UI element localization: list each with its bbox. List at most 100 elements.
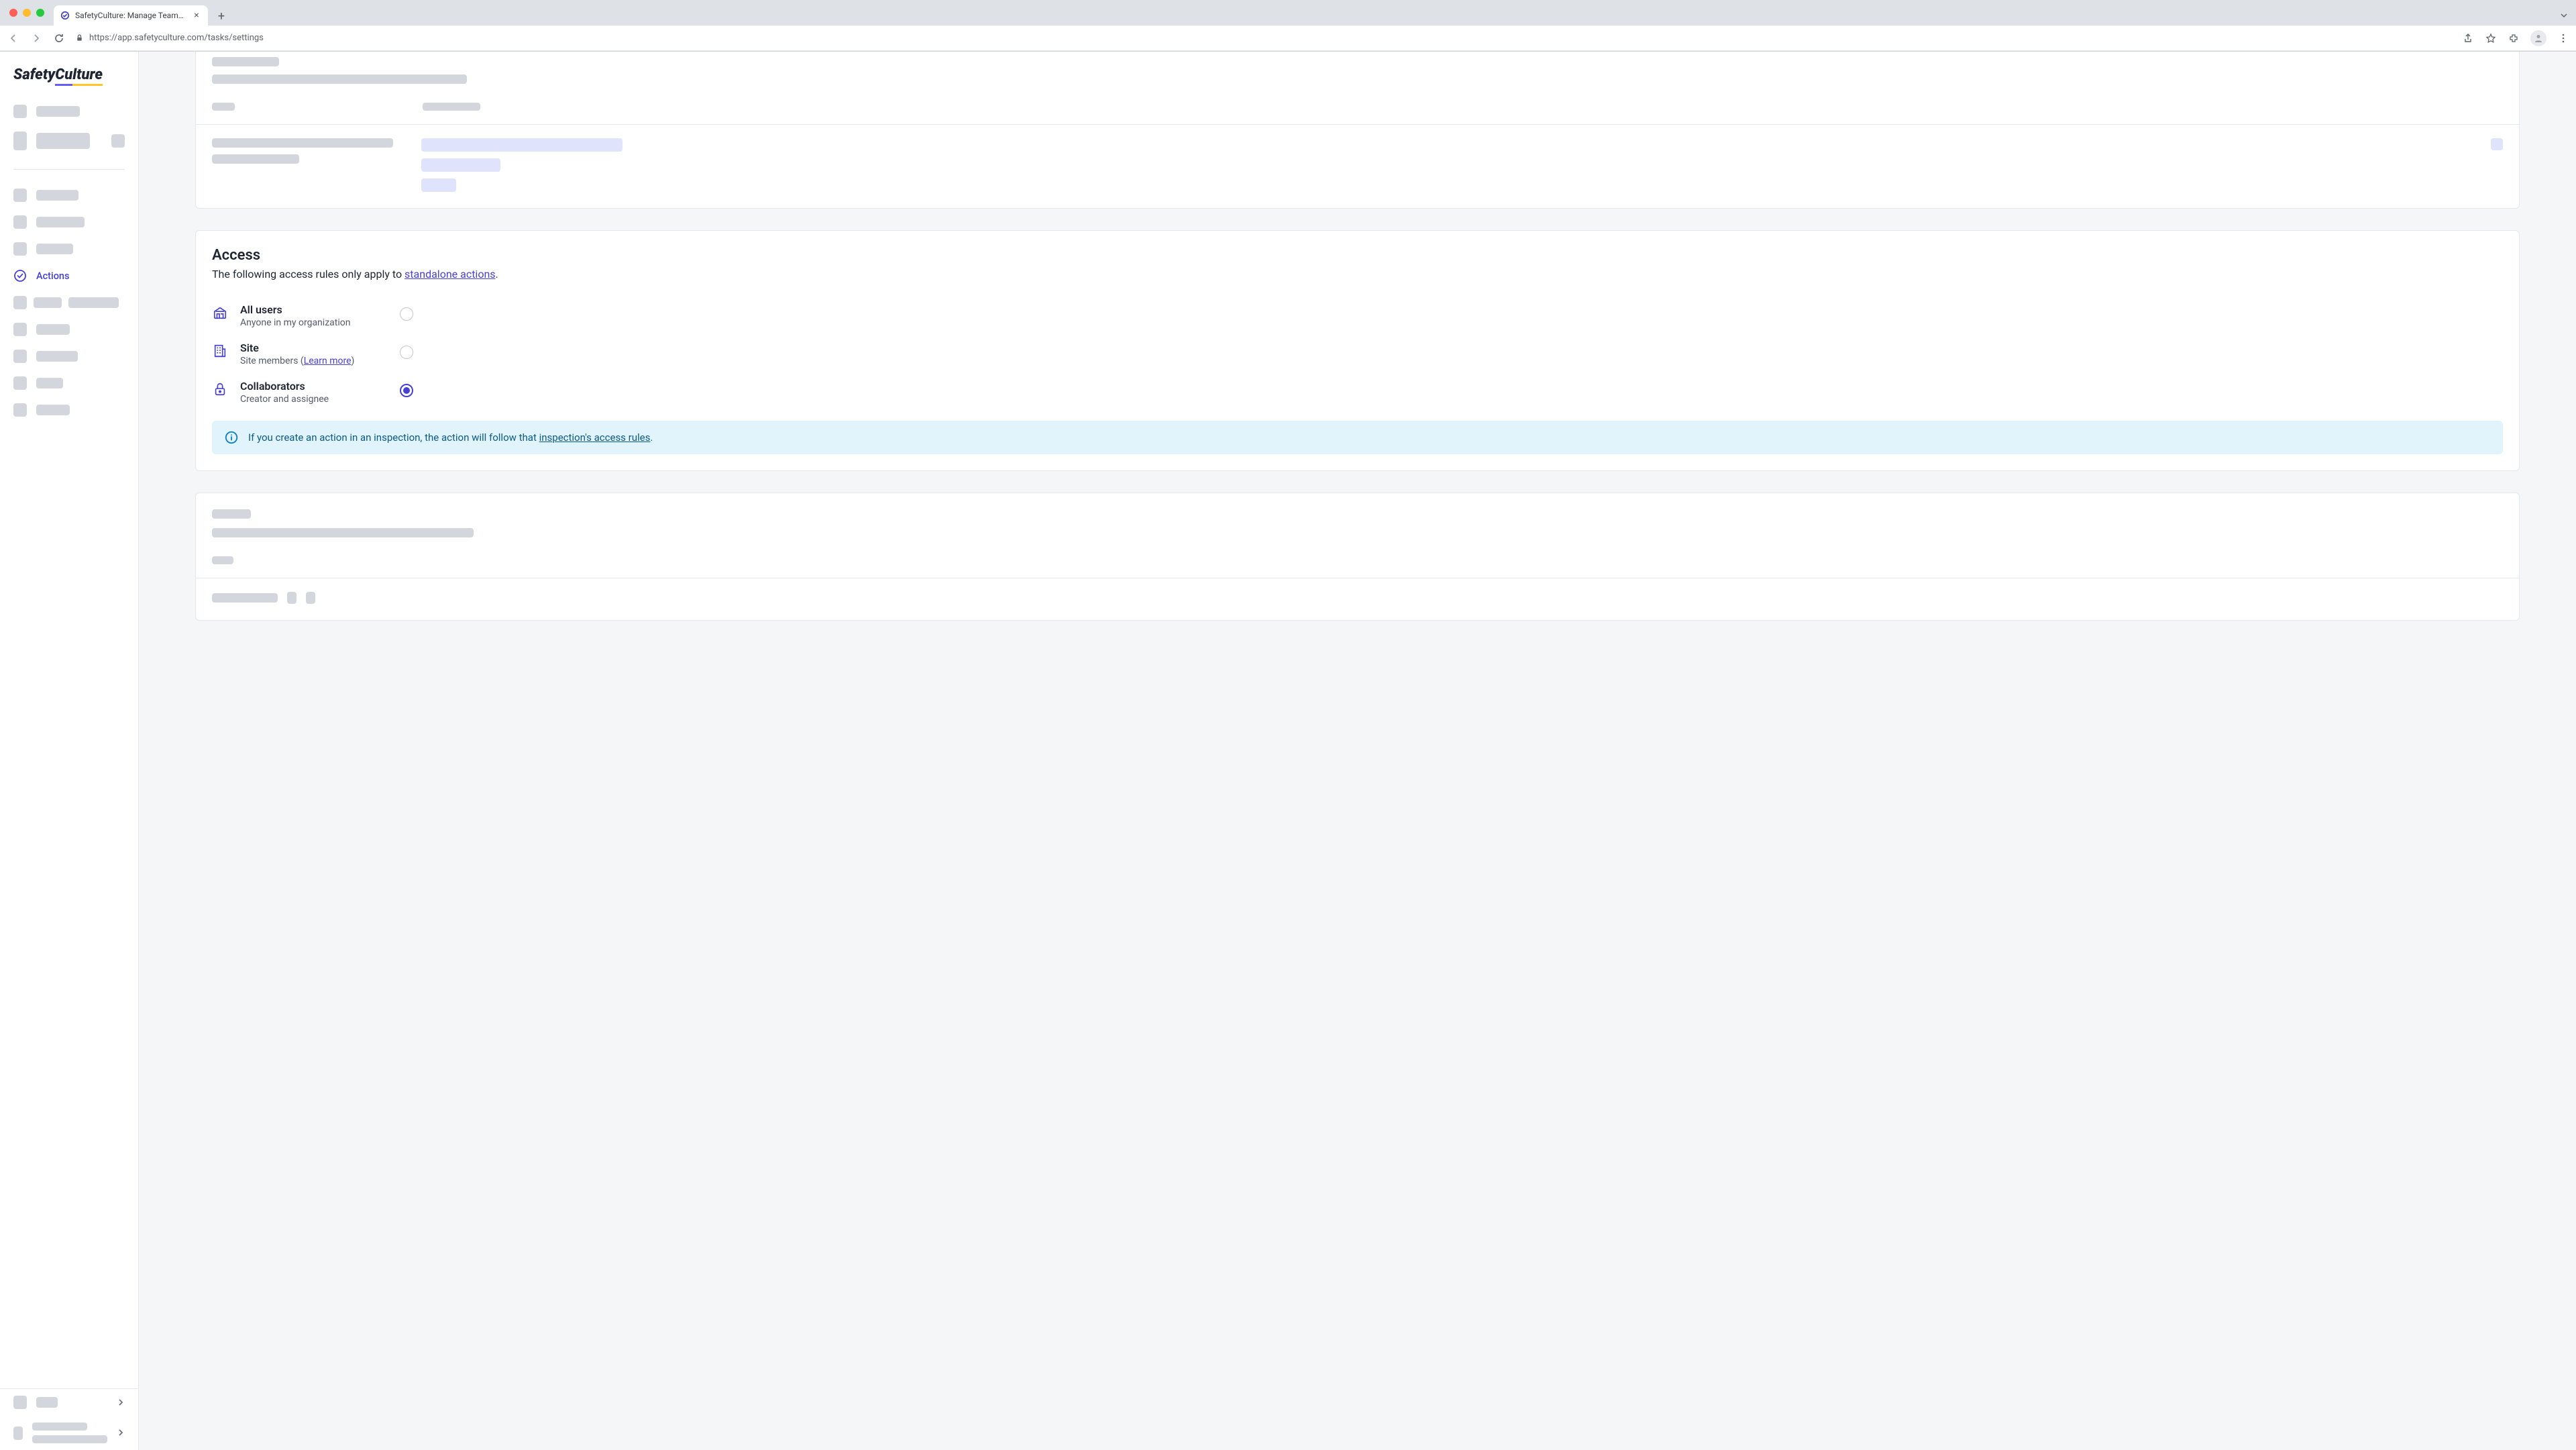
- nav-item-skeleton: [0, 370, 138, 397]
- access-card: Access The following access rules only a…: [195, 230, 2520, 471]
- nav-item-skeleton: [0, 343, 138, 370]
- skeleton-text: [212, 556, 233, 564]
- skeleton-text: [212, 74, 467, 84]
- option-title: All users: [240, 303, 374, 316]
- nav-back-button[interactable]: [7, 32, 20, 45]
- skeleton-text: [287, 592, 297, 604]
- nav-item-skeleton: [0, 125, 138, 157]
- info-text: If you create an action in an inspection…: [248, 431, 653, 444]
- skeleton-icon: [13, 296, 27, 309]
- standalone-actions-link[interactable]: standalone actions: [405, 268, 495, 280]
- skeleton-icon: [13, 323, 27, 336]
- skeleton-text: [36, 405, 70, 415]
- sidebar-item-label: Actions: [36, 270, 69, 282]
- skeleton-text: [36, 378, 63, 389]
- organization-icon: [212, 305, 228, 321]
- star-icon[interactable]: [2485, 32, 2497, 44]
- skeleton-text: [212, 138, 393, 148]
- subtitle-suffix: ): [352, 356, 355, 366]
- skeleton-text: [36, 217, 85, 227]
- tab-close-icon[interactable]: ×: [192, 11, 201, 20]
- skeleton-icon: [13, 1396, 27, 1409]
- nav-item-skeleton: [0, 1416, 138, 1450]
- radio-site[interactable]: [400, 346, 413, 359]
- skeleton-icon: [13, 242, 27, 256]
- option-subtitle: Site members (Learn more): [240, 356, 374, 366]
- nav-forward-button[interactable]: [30, 32, 43, 45]
- radio-all-users[interactable]: [400, 307, 413, 321]
- divider: [196, 124, 2519, 125]
- option-subtitle: Anyone in my organization: [240, 317, 374, 328]
- inspection-access-rules-link[interactable]: inspection's access rules: [539, 431, 651, 444]
- window-close-button[interactable]: [9, 9, 17, 17]
- nav-reload-button[interactable]: [52, 32, 66, 45]
- skeleton-text: [34, 297, 62, 308]
- skeleton-text: [423, 103, 480, 111]
- profile-avatar[interactable]: [2530, 30, 2546, 46]
- sidebar-item-actions[interactable]: Actions: [13, 262, 125, 289]
- skeleton-icon: [13, 215, 27, 229]
- browser-tab-active[interactable]: SafetyCulture: Manage Teams and ... ×: [54, 5, 208, 25]
- access-option-collaborators[interactable]: Collaborators Creator and assignee: [212, 373, 2503, 411]
- access-option-site[interactable]: Site Site members (Learn more): [212, 335, 2503, 373]
- share-icon[interactable]: [2462, 32, 2474, 44]
- skeleton-text: [421, 158, 500, 172]
- skeleton-icon: [13, 105, 27, 118]
- skeleton-text: [421, 178, 456, 192]
- skeleton-card-top: [195, 52, 2520, 209]
- new-tab-button[interactable]: +: [212, 7, 231, 25]
- nav-item-skeleton: [0, 316, 138, 343]
- skeleton-icon: [13, 189, 27, 202]
- url-text: https://app.safetyculture.com/tasks/sett…: [89, 33, 264, 43]
- window-minimize-button[interactable]: [23, 9, 31, 17]
- info-prefix: If you create an action in an inspection…: [248, 431, 539, 444]
- sidebar-bottom: [0, 1388, 138, 1450]
- skeleton-text: [36, 351, 78, 362]
- skeleton-text: [306, 592, 315, 604]
- skeleton-badge: [68, 297, 119, 308]
- kebab-menu-icon[interactable]: [2557, 32, 2569, 44]
- nav-item-skeleton: [0, 98, 138, 125]
- option-title: Site: [240, 342, 374, 354]
- tab-title: SafetyCulture: Manage Teams and ...: [75, 11, 186, 20]
- learn-more-link[interactable]: Learn more: [304, 356, 352, 366]
- info-banner: If you create an action in an inspection…: [212, 421, 2503, 454]
- skeleton-text: [36, 133, 90, 149]
- section-title: Access: [212, 247, 2503, 264]
- radio-collaborators[interactable]: [400, 384, 413, 397]
- sidebar: SafetyCulture: [0, 52, 139, 1450]
- tab-favicon-icon: [60, 11, 70, 20]
- skeleton-text: [32, 1422, 87, 1431]
- main-content: Access The following access rules only a…: [139, 52, 2576, 1450]
- nav-item-skeleton: [0, 236, 138, 262]
- option-title: Collaborators: [240, 380, 374, 393]
- nav-item-skeleton: [0, 1389, 138, 1416]
- access-option-all-users[interactable]: All users Anyone in my organization: [212, 297, 2503, 335]
- skeleton-text: [212, 154, 299, 164]
- section-subtitle: The following access rules only apply to…: [212, 268, 2503, 280]
- nav-item-skeleton: [0, 289, 138, 316]
- option-subtitle: Creator and assignee: [240, 394, 374, 405]
- skeleton-text: [36, 324, 70, 335]
- window-maximize-button[interactable]: [36, 9, 44, 17]
- skeleton-icon: [13, 132, 27, 150]
- building-icon: [212, 343, 228, 359]
- extensions-icon[interactable]: [2508, 32, 2520, 44]
- skeleton-icon: [13, 1427, 23, 1440]
- tab-overflow-icon[interactable]: [2560, 9, 2568, 22]
- nav-item-skeleton: [0, 182, 138, 209]
- skeleton-icon: [13, 403, 27, 417]
- lock-icon: [75, 34, 84, 42]
- skeleton-text: [36, 1397, 58, 1408]
- skeleton-text: [212, 57, 279, 66]
- subtitle-prefix: The following access rules only apply to: [212, 268, 405, 280]
- app-logo[interactable]: SafetyCulture: [0, 52, 138, 98]
- skeleton-text: [36, 244, 73, 254]
- sidebar-divider: [13, 169, 125, 170]
- info-suffix: .: [650, 431, 653, 444]
- lock-icon: [212, 381, 228, 397]
- skeleton-text: [2491, 138, 2503, 150]
- skeleton-text: [212, 509, 251, 519]
- url-box[interactable]: https://app.safetyculture.com/tasks/sett…: [75, 33, 2453, 43]
- skeleton-text: [36, 106, 80, 117]
